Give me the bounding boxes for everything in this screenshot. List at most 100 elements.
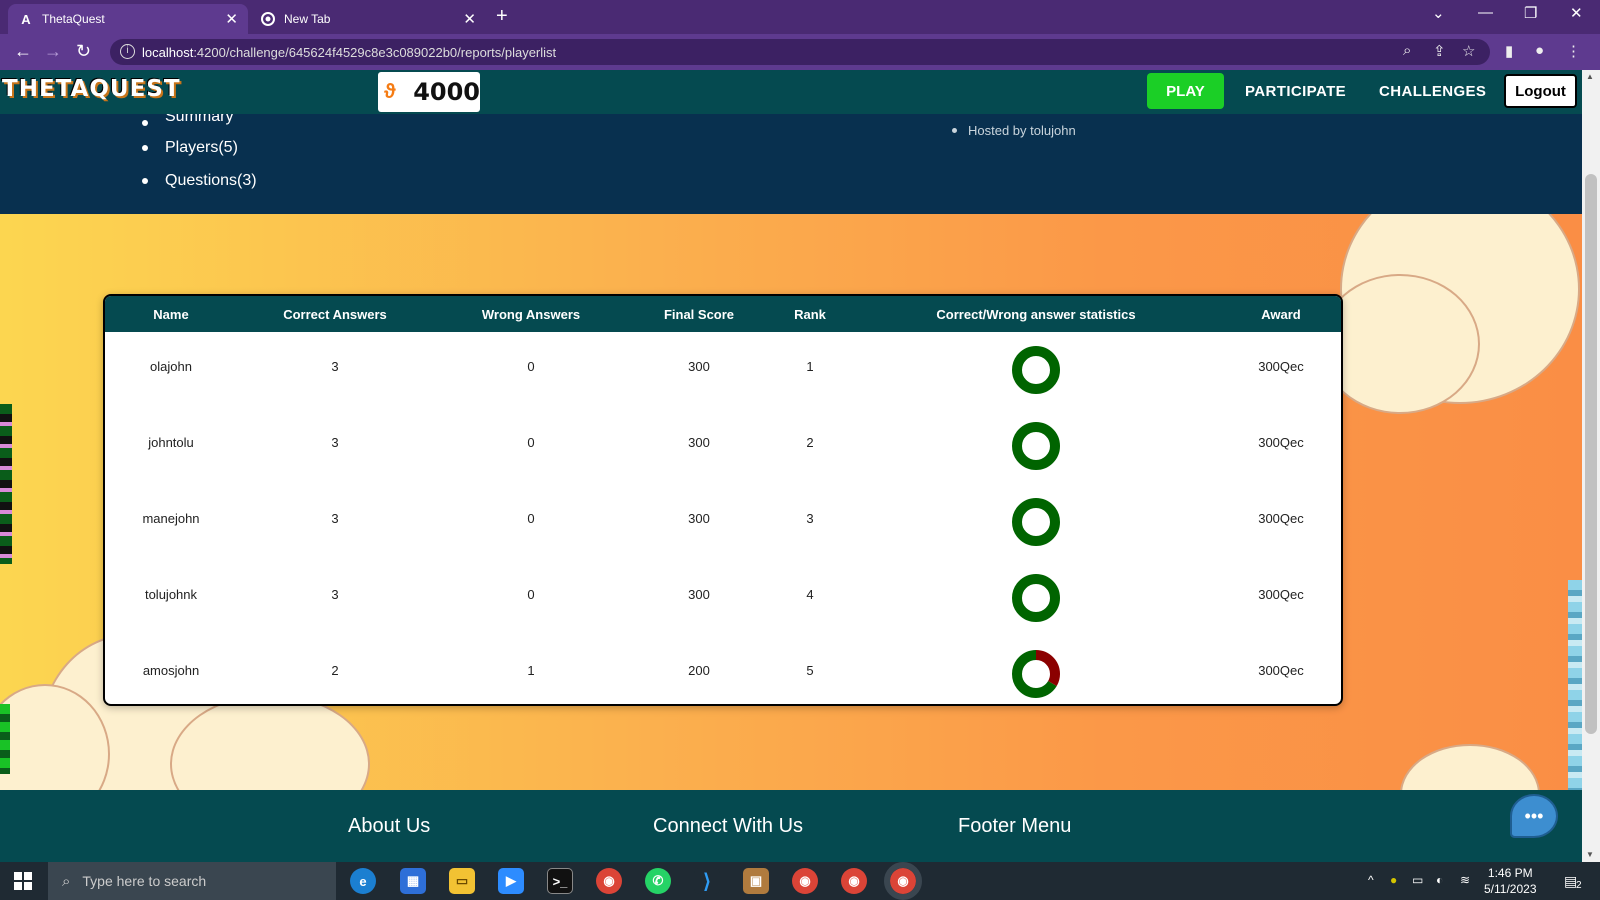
stats-cell [851, 484, 1221, 560]
award-cell: 300Qec [1258, 510, 1304, 526]
menu-item-questions[interactable]: Questions(3) [142, 164, 257, 197]
share-icon[interactable]: ⇪ [1433, 42, 1446, 60]
site-info-icon[interactable]: i [120, 44, 135, 59]
browser-tab-bar: A ThetaQuest ✕ New Tab ✕ + ⌄ — ❐ ✕ [0, 0, 1600, 34]
taskbar-clock[interactable]: 1:46 PM 5/11/2023 [1484, 865, 1537, 897]
scroll-down-icon[interactable]: ▼ [1586, 850, 1594, 859]
scroll-up-icon[interactable]: ▲ [1586, 72, 1594, 81]
correct-slice [1012, 422, 1060, 470]
menu-item-players[interactable]: Players(5) [142, 131, 257, 164]
tab-search-icon[interactable]: ⌄ [1432, 4, 1445, 22]
tray-chevron-icon[interactable]: ^ [1368, 873, 1374, 887]
correct-answers-cell: 3 [331, 358, 339, 374]
vscode-icon[interactable]: ⟩ [694, 868, 720, 894]
player-name-cell: olajohn [150, 358, 192, 374]
report-subnav: Summary Players(5) Questions(3) Hosted b… [0, 114, 1582, 214]
chat-icon[interactable]: ••• [1510, 794, 1558, 838]
wrong-answers-cell: 0 [527, 434, 535, 450]
side-panel-icon[interactable]: ▮ [1505, 42, 1513, 60]
stats-cell [851, 332, 1221, 408]
award-cell: 300Qec [1258, 434, 1304, 450]
correct-answers-cell: 3 [331, 434, 339, 450]
header-statistics: Correct/Wrong answer statistics [936, 306, 1136, 322]
new-tab-button[interactable]: + [496, 5, 508, 28]
restore-icon[interactable]: ❐ [1524, 4, 1537, 22]
app-header: THETAQUEST ϑ 4000 PLAY PARTICIPATE CHALL… [0, 70, 1582, 114]
footer: About Us Connect With Us Footer Menu ••• [0, 790, 1582, 862]
correct-answers-cell: 2 [331, 662, 339, 678]
close-tab-icon[interactable]: ✕ [463, 10, 476, 28]
logout-button[interactable]: Logout [1504, 74, 1577, 108]
menu-dots-icon[interactable]: ⋮ [1566, 42, 1581, 60]
angular-icon: A [21, 11, 31, 27]
rank-cell: 4 [806, 586, 814, 602]
speaker-icon[interactable]: ◐ [1436, 873, 1443, 887]
chrome-icon[interactable]: ◉ [596, 868, 622, 894]
hosted-by: Hosted by tolujohn [952, 123, 1076, 138]
battery-icon[interactable]: ▭ [1412, 873, 1423, 887]
clock-time: 1:46 PM [1487, 866, 1533, 880]
theta-coin-icon: ϑ [384, 80, 396, 103]
menu-item-summary[interactable]: Summary [142, 114, 257, 131]
whatsapp-icon[interactable]: ✆ [645, 868, 671, 894]
tab-new-tab[interactable]: New Tab ✕ [250, 4, 486, 34]
close-tab-icon[interactable]: ✕ [225, 10, 238, 28]
stats-cell [851, 636, 1221, 704]
table-row: manejohn 3 0 300 3 300Qec [105, 484, 1341, 560]
url-host: localhost [142, 44, 194, 60]
tray-app-icon[interactable]: ● [1390, 873, 1397, 887]
page-scrollbar[interactable]: ▲ ▼ [1582, 70, 1600, 862]
notification-count: 2 [1576, 880, 1582, 891]
chrome-profile-icon[interactable]: ◉ [841, 868, 867, 894]
header-score: Final Score [663, 306, 735, 322]
chrome-profile-icon[interactable]: ◉ [792, 868, 818, 894]
footer-about-title: About Us [348, 815, 431, 837]
final-score-cell: 300 [688, 586, 710, 602]
reload-icon[interactable]: ↻ [76, 41, 91, 62]
table-header-row: Name Correct Answers Wrong Answers Final… [105, 296, 1341, 332]
tab-label: New Tab [284, 12, 331, 26]
player-table: Name Correct Answers Wrong Answers Final… [105, 296, 1341, 704]
final-score-cell: 200 [688, 662, 710, 678]
cloud-decoration [1320, 274, 1480, 414]
minimize-icon[interactable]: — [1478, 4, 1493, 21]
profile-icon[interactable]: ● [1535, 42, 1544, 59]
zoom-app-icon[interactable]: ▶ [498, 868, 524, 894]
clock-date: 5/11/2023 [1484, 882, 1537, 896]
address-bar-row: ← → ↻ i localhost :4200/challenge/645624… [0, 34, 1600, 70]
participate-link[interactable]: PARTICIPATE [1245, 83, 1346, 100]
bookmark-star-icon[interactable]: ☆ [1462, 42, 1475, 60]
pixel-art-decoration [0, 704, 10, 774]
play-button[interactable]: PLAY [1147, 73, 1224, 109]
windows-start-icon[interactable] [14, 872, 32, 890]
award-cell: 300Qec [1258, 662, 1304, 678]
chrome-profile-icon[interactable]: ◉ [884, 862, 922, 900]
search-icon: ⌕ [62, 872, 71, 890]
close-window-icon[interactable]: ✕ [1570, 4, 1583, 22]
rank-cell: 1 [806, 358, 814, 374]
answer-donut-chart [1012, 498, 1060, 546]
answer-donut-chart [1012, 574, 1060, 622]
forward-icon[interactable]: → [44, 41, 62, 62]
player-name-cell: amosjohn [142, 662, 200, 678]
award-cell: 300Qec [1258, 586, 1304, 602]
rank-cell: 3 [806, 510, 814, 526]
challenges-link[interactable]: CHALLENGES [1379, 83, 1486, 100]
url-field[interactable]: i localhost :4200/challenge/645624f4529c… [110, 39, 1490, 65]
back-icon[interactable]: ← [14, 41, 32, 62]
thetaquest-logo[interactable]: THETAQUEST [2, 76, 181, 102]
header-award: Award [1261, 306, 1301, 322]
store-icon[interactable]: ▦ [400, 868, 426, 894]
windows-taskbar: ⌕ Type here to search e ▦ ▭ ▶ >_ ◉ ✆ ⟩ ▣… [0, 862, 1600, 900]
terminal-icon[interactable]: >_ [547, 868, 573, 894]
main-content: Name Correct Answers Wrong Answers Final… [0, 214, 1582, 790]
file-explorer-icon[interactable]: ▭ [449, 868, 475, 894]
edge-icon[interactable]: e [350, 868, 376, 894]
scrollbar-thumb[interactable] [1585, 174, 1597, 734]
wifi-icon[interactable]: ≋ [1460, 873, 1470, 887]
package-icon[interactable]: ▣ [743, 868, 769, 894]
table-row: amosjohn 2 1 200 5 300Qec [105, 636, 1341, 704]
zoom-icon[interactable]: ⌕ [1403, 42, 1411, 59]
taskbar-search[interactable]: ⌕ Type here to search [48, 862, 336, 900]
tab-thetaquest[interactable]: A ThetaQuest ✕ [8, 4, 248, 34]
